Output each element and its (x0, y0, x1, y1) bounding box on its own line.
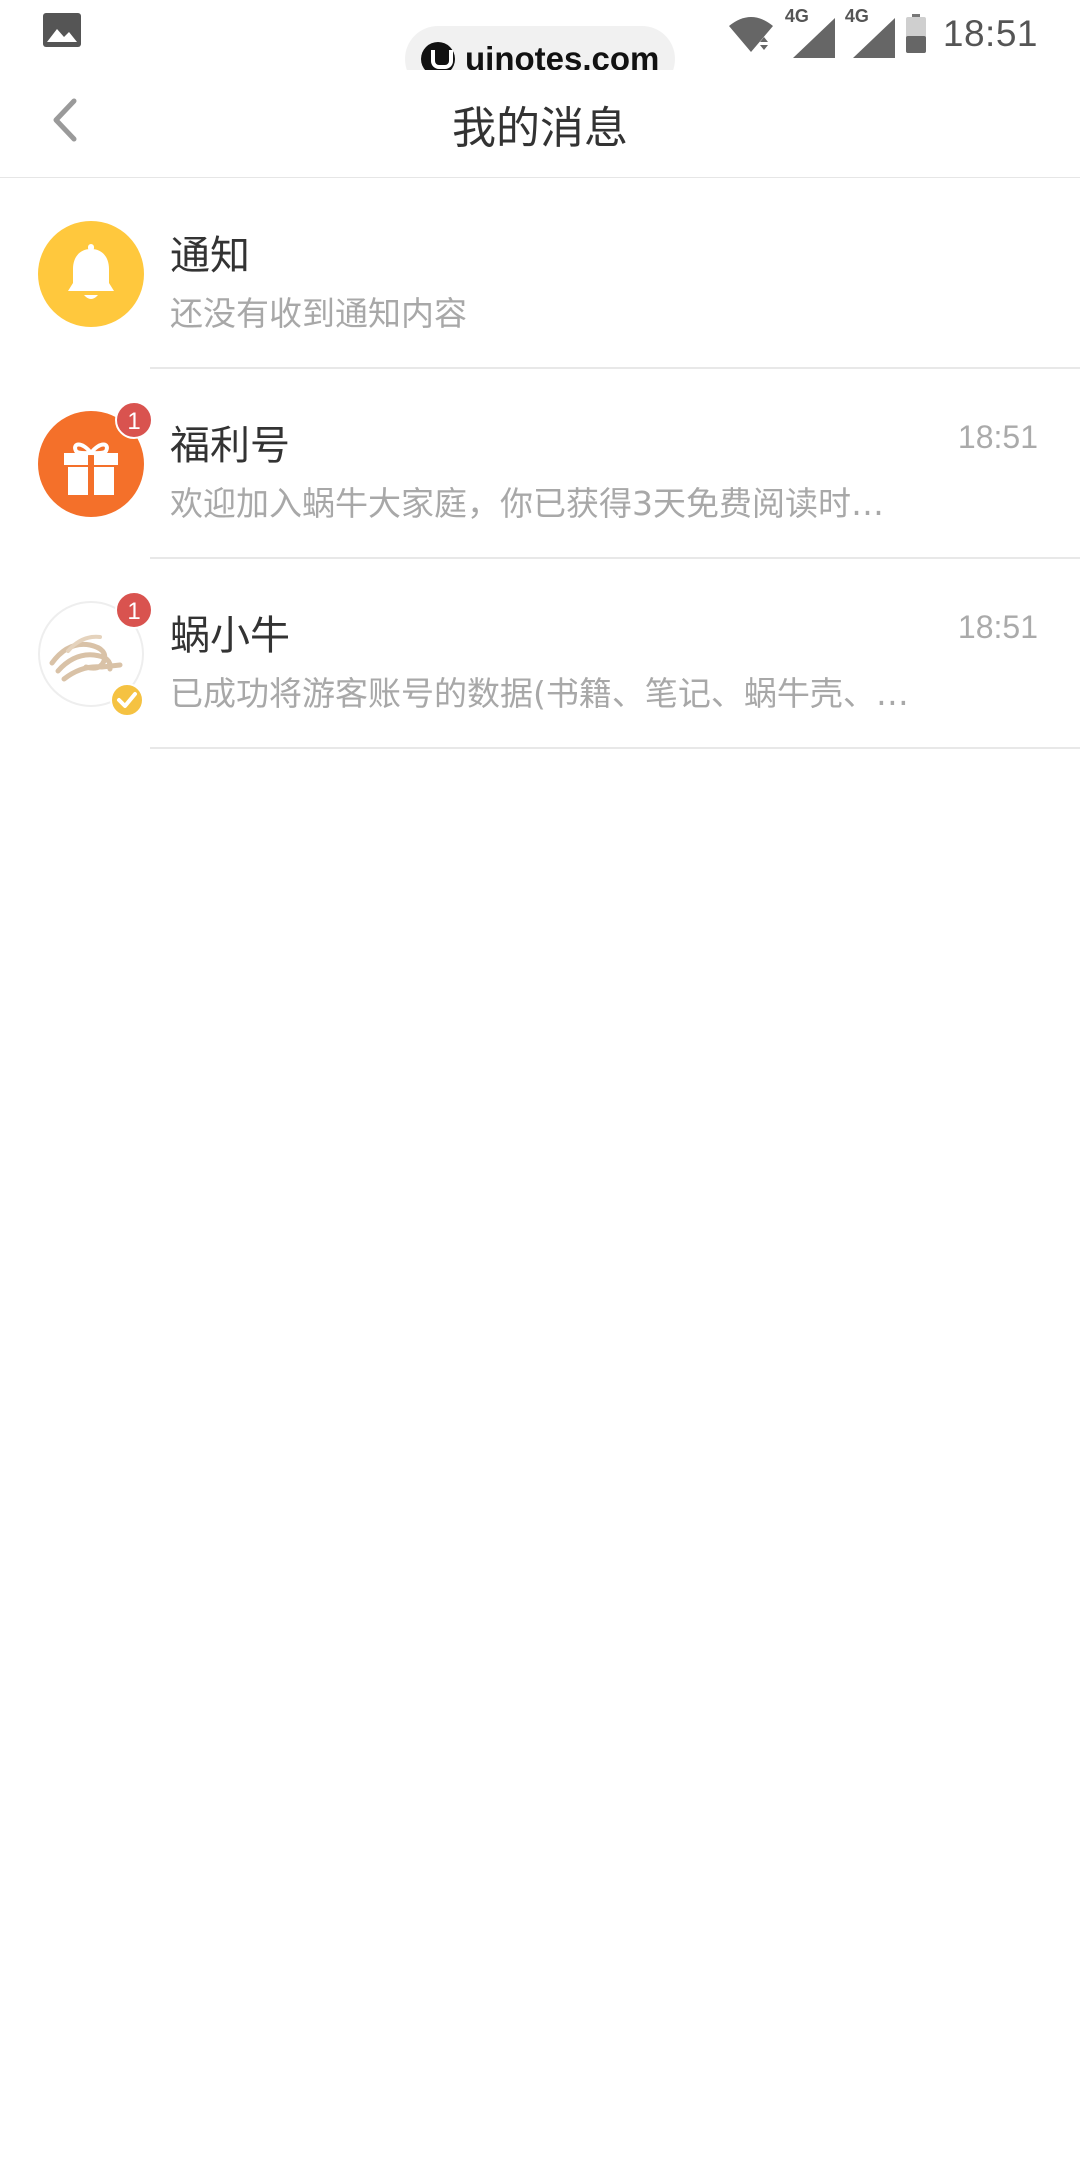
message-sender: 通知 (170, 233, 250, 279)
battery-icon (905, 14, 926, 53)
wifi-icon (728, 17, 773, 52)
message-preview: 欢迎加入蜗牛大家庭，你已获得3天免费阅读时… (170, 484, 884, 523)
unread-badge: 1 (115, 591, 153, 629)
divider (150, 747, 1080, 749)
signal-1: 4G (785, 6, 835, 58)
top-nav-bar: 我的消息 (0, 70, 1080, 178)
message-list: 通知 还没有收到通知内容 1 福利号 18:51 欢迎加入蜗牛大家庭，你已获得3… (0, 179, 1080, 749)
message-preview: 已成功将游客账号的数据(书籍、笔记、蜗牛壳、… (170, 674, 909, 713)
message-item-benefits[interactable]: 1 福利号 18:51 欢迎加入蜗牛大家庭，你已获得3天免费阅读时… (0, 369, 1080, 559)
signal-2: 4G (845, 6, 895, 58)
message-preview: 还没有收到通知内容 (170, 294, 467, 333)
verified-icon (110, 683, 144, 717)
signal-icon (852, 18, 895, 58)
bell-icon (38, 221, 144, 327)
message-item-snail[interactable]: 1 蜗小牛 18:51 已成功将游客账号的数据(书籍、笔记、蜗牛壳、… (0, 559, 1080, 749)
notification-avatar (38, 221, 144, 327)
message-time: 18:51 (957, 419, 1038, 455)
page-title: 我的消息 (452, 103, 628, 154)
unread-badge: 1 (115, 401, 153, 439)
message-sender: 福利号 (170, 423, 290, 469)
message-item-notification[interactable]: 通知 还没有收到通知内容 (0, 179, 1080, 369)
message-sender: 蜗小牛 (170, 613, 290, 659)
message-time: 18:51 (957, 609, 1038, 645)
gallery-icon (42, 12, 82, 48)
clock-time: 18:51 (942, 13, 1038, 54)
status-icons: 4G 4G 18:51 (727, 6, 1038, 62)
signal-icon (792, 18, 835, 58)
